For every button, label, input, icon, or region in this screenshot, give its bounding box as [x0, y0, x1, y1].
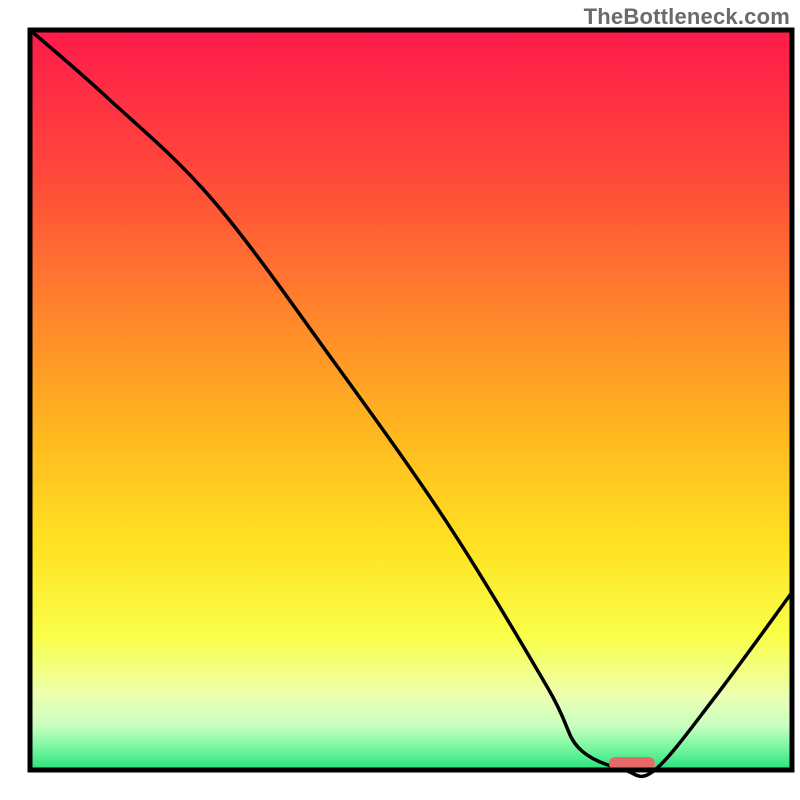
plot-background [30, 30, 792, 770]
chart-container: TheBottleneck.com [0, 0, 800, 800]
bottleneck-chart [0, 0, 800, 800]
